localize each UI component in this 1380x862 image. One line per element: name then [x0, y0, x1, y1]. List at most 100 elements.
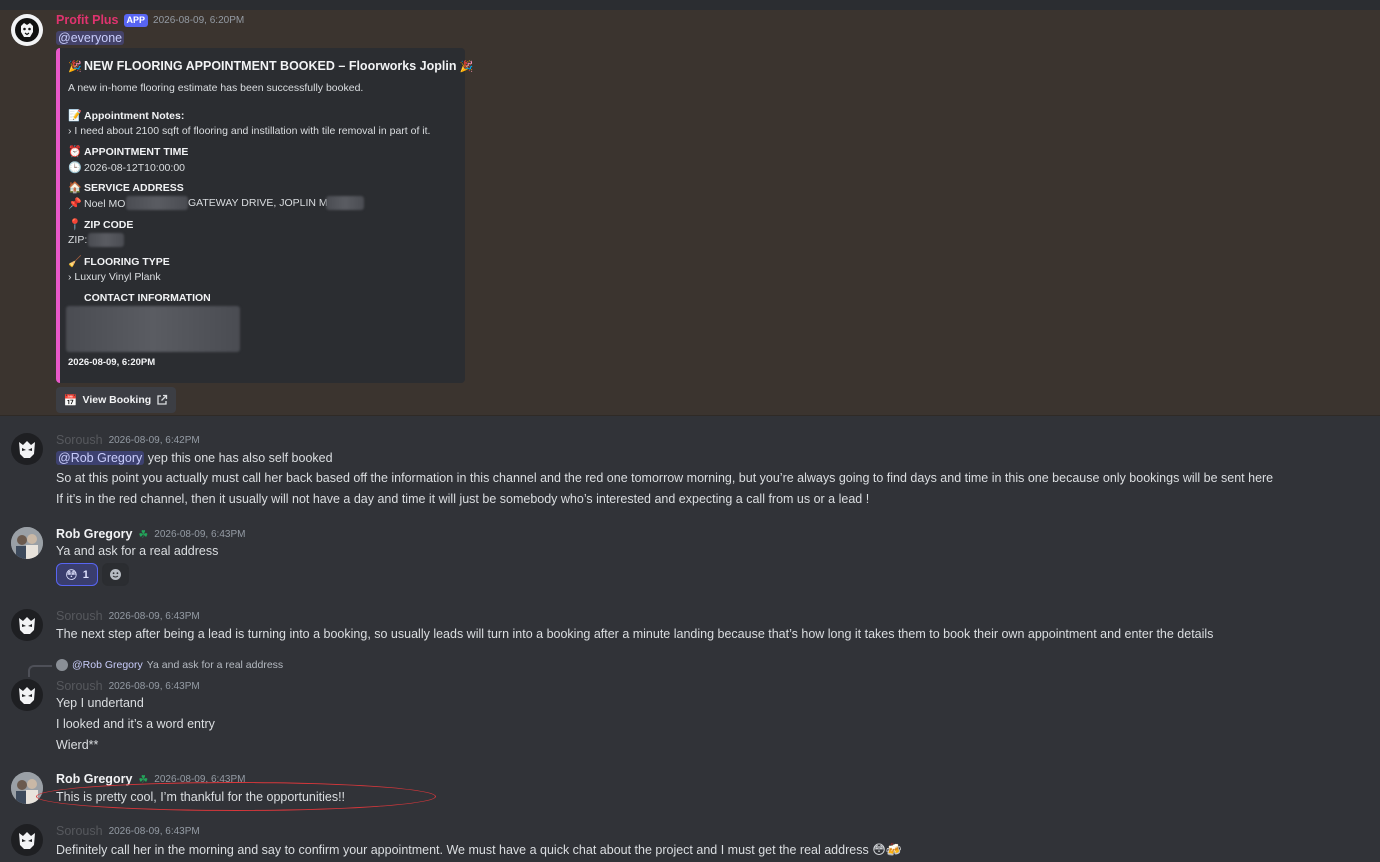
address-street: GATEWAY DRIVE, JOPLIN MO — [188, 197, 336, 209]
ghost-mask-icon — [19, 832, 35, 849]
reply-preview[interactable]: @Rob Gregory Ya and ask for a real addre… — [56, 659, 283, 671]
soroush-avatar[interactable] — [11, 679, 43, 711]
redacted-address-end — [326, 196, 364, 210]
message-line: I looked and it’s a word entry — [56, 717, 215, 731]
reaction-count: 1 — [82, 568, 89, 581]
message-text: Ya and ask for a real address — [56, 544, 219, 558]
clock-icon: 🕒 — [68, 162, 82, 174]
address-name: Noel MO — [84, 198, 126, 210]
address-row: 📌 Noel MO — [68, 197, 125, 210]
clover-badge-icon: ☘ — [138, 528, 149, 541]
embed-title: NEW FLOORING APPOINTMENT BOOKED – Floorw… — [84, 59, 457, 73]
author-name[interactable]: Soroush — [56, 609, 103, 623]
timestamp: 2026-08-09, 6:43PM — [108, 610, 200, 622]
message-line: So at this point you actually must call … — [56, 471, 1274, 485]
rob-gregory-mention[interactable]: @Rob Gregory — [56, 451, 145, 465]
top-bar — [0, 0, 1380, 10]
message-line: If it’s in the red channel, then it usua… — [56, 492, 870, 506]
message-line: Yep I undertand — [56, 696, 144, 710]
message-header: Soroush 2026-08-09, 6:43PM — [56, 679, 200, 693]
author-name[interactable]: Soroush — [56, 679, 103, 693]
reply-avatar — [56, 659, 68, 671]
alarm-clock-icon: ⏰ — [68, 146, 82, 158]
contact-heading: CONTACT INFORMATION — [68, 292, 211, 304]
message-header: Profit Plus APP 2026-08-09, 6:20PM — [56, 13, 244, 27]
everyone-mention[interactable]: @everyone — [56, 31, 125, 45]
lion-icon — [15, 18, 39, 42]
memo-icon: 📝 — [68, 110, 82, 122]
redacted-zip — [88, 233, 124, 247]
timestamp: 2026-08-09, 6:43PM — [154, 528, 246, 540]
ghost-mask-icon — [19, 617, 35, 634]
ghost-mask-icon — [19, 441, 35, 458]
message-content: @everyone — [56, 31, 125, 45]
message-header: Soroush 2026-08-09, 6:43PM — [56, 824, 200, 838]
notes-heading: 📝 Appointment Notes: — [68, 109, 184, 122]
blushing-face-icon: 😳 — [872, 842, 886, 857]
message-line: Definitely call her in the morning and s… — [56, 842, 902, 858]
view-booking-label: View Booking — [82, 394, 152, 406]
message-line: Wierd** — [56, 738, 99, 752]
address-heading: 🏠 SERVICE ADDRESS — [68, 181, 184, 194]
message-text: yep this one has also self booked — [144, 451, 333, 465]
message-line: @Rob Gregory yep this one has also self … — [56, 451, 333, 465]
reply-mention[interactable]: @Rob Gregory — [72, 659, 143, 671]
message-header: Soroush 2026-08-09, 6:42PM — [56, 433, 200, 447]
message-text: The next step after being a lead is turn… — [56, 627, 1214, 641]
contact-label: CONTACT INFORMATION — [84, 292, 211, 304]
beer-mugs-icon: 🍻 — [885, 842, 902, 857]
time-heading: ⏰ APPOINTMENT TIME — [68, 145, 188, 158]
user-photo-icon — [11, 527, 43, 559]
bot-avatar[interactable] — [11, 14, 43, 46]
pushpin-icon: 📌 — [68, 198, 82, 210]
timestamp: 2026-08-09, 6:43PM — [108, 680, 200, 692]
external-link-icon — [157, 394, 168, 405]
soroush-avatar[interactable] — [11, 609, 43, 641]
message-header: Rob Gregory ☘ 2026-08-09, 6:43PM — [56, 527, 245, 541]
time-row: 🕒 2026-08-12T10:00:00 — [68, 161, 185, 174]
address-label: SERVICE ADDRESS — [84, 182, 184, 194]
blushing-face-icon: 😳 — [65, 567, 78, 582]
reply-connector — [28, 665, 52, 677]
zip-label: ZIP CODE — [84, 219, 134, 231]
embed-footer-timestamp: 2026-08-09, 6:20PM — [68, 357, 156, 368]
embed-title-row: 🎉 NEW FLOORING APPOINTMENT BOOKED – Floor… — [68, 59, 475, 73]
roller-icon: 🧹 — [68, 256, 82, 268]
author-name[interactable]: Rob Gregory — [56, 527, 132, 541]
user-photo-icon — [11, 772, 43, 804]
soroush-avatar[interactable] — [11, 824, 43, 856]
reaction-button[interactable]: 😳 1 — [56, 563, 98, 586]
redacted-street-number — [126, 196, 188, 210]
message-header: Soroush 2026-08-09, 6:43PM — [56, 609, 200, 623]
party-popper-icon: 🎉 — [68, 61, 82, 73]
embed-description: A new in-home flooring estimate has been… — [68, 82, 364, 94]
calendar-icon: 📅 — [63, 394, 78, 407]
annotation-ellipse — [36, 782, 436, 811]
zip-heading: 📍 ZIP CODE — [68, 218, 133, 231]
rob-gregory-avatar[interactable] — [11, 772, 43, 804]
party-popper-icon: 🎉 — [459, 61, 474, 73]
ghost-mask-icon — [19, 687, 35, 704]
rob-gregory-avatar[interactable] — [11, 527, 43, 559]
flooring-label: FLOORING TYPE — [84, 256, 170, 268]
author-name[interactable]: Soroush — [56, 433, 103, 447]
app-tag: APP — [123, 13, 149, 27]
time-value: 2026-08-12T10:00:00 — [84, 162, 185, 174]
add-reaction-button[interactable] — [102, 563, 129, 586]
timestamp: 2026-08-09, 6:43PM — [108, 825, 200, 837]
timestamp: 2026-08-09, 6:42PM — [108, 434, 200, 446]
soroush-avatar[interactable] — [11, 433, 43, 465]
notes-label: Appointment Notes: — [84, 110, 185, 122]
round-pushpin-icon: 📍 — [68, 219, 82, 231]
author-name[interactable]: Profit Plus — [56, 13, 119, 27]
flooring-value: › Luxury Vinyl Plank — [68, 271, 161, 283]
zip-value: ZIP: — [68, 234, 88, 246]
redacted-contact-info — [66, 306, 240, 352]
flooring-heading: 🧹 FLOORING TYPE — [68, 255, 170, 268]
reply-text: Ya and ask for a real address — [146, 659, 284, 671]
timestamp: 2026-08-09, 6:20PM — [153, 14, 245, 26]
view-booking-button[interactable]: 📅 View Booking — [56, 387, 176, 413]
author-name[interactable]: Soroush — [56, 824, 103, 838]
notes-value: › I need about 2100 sqft of flooring and… — [68, 125, 431, 137]
add-reaction-icon — [110, 569, 121, 580]
